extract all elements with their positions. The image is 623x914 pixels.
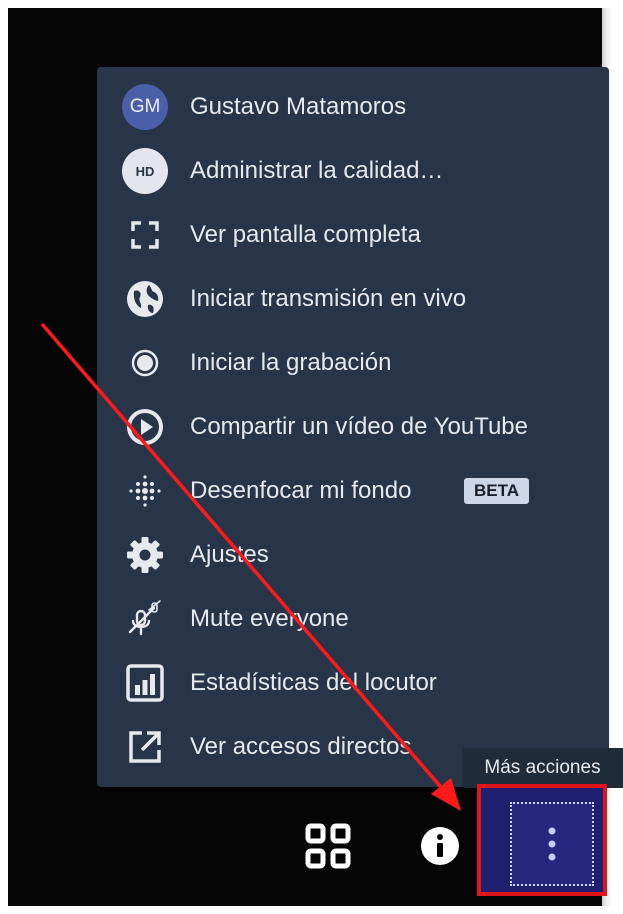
hd-quality-icon: HD — [121, 147, 169, 195]
more-actions-button[interactable] — [510, 802, 594, 886]
more-actions-menu: GM Gustavo Matamoros HD Administrar la c… — [97, 67, 609, 787]
menu-item-label: Ver pantalla completa — [190, 221, 421, 248]
menu-item-label: Administrar la calidad… — [190, 157, 444, 184]
beta-badge: BETA — [464, 478, 530, 504]
menu-item-speaker-stats[interactable]: Estadísticas del locutor — [97, 651, 609, 715]
menu-item-mute-everyone[interactable]: Mute everyone — [97, 587, 609, 651]
menu-item-label: Compartir un vídeo de YouTube — [190, 413, 529, 440]
menu-item-start-recording[interactable]: Iniciar la grabación — [97, 331, 609, 395]
menu-item-manage-quality[interactable]: HD Administrar la calidad… — [97, 139, 609, 203]
record-icon — [121, 339, 169, 387]
vertical-dots-icon — [548, 827, 556, 861]
menu-item-label: Ajustes — [190, 541, 269, 568]
menu-item-blur-background[interactable]: Desenfocar mi fondo BETA — [97, 459, 609, 523]
info-icon — [421, 827, 459, 865]
menu-item-label: Ver accesos directos — [190, 733, 412, 760]
play-circle-icon — [121, 403, 169, 451]
menu-item-label: Iniciar transmisión en vivo — [190, 285, 467, 312]
external-link-icon — [121, 723, 169, 771]
avatar-icon: GM — [121, 83, 169, 131]
menu-item-fullscreen[interactable]: Ver pantalla completa — [97, 203, 609, 267]
gear-icon — [121, 531, 169, 579]
blur-dots-icon — [121, 467, 169, 515]
more-actions-tooltip: Más acciones — [462, 748, 623, 788]
tile-view-icon — [305, 823, 351, 869]
fullscreen-icon — [121, 211, 169, 259]
stats-chart-icon — [121, 659, 169, 707]
menu-item-label: Iniciar la grabación — [190, 349, 392, 376]
menu-item-label: Estadísticas del locutor — [190, 669, 437, 696]
mic-muted-icon — [121, 595, 169, 643]
info-button[interactable] — [412, 818, 468, 874]
menu-item-label: Gustavo Matamoros — [190, 93, 407, 120]
menu-item-settings[interactable]: Ajustes — [97, 523, 609, 587]
menu-item-share-youtube[interactable]: Compartir un vídeo de YouTube — [97, 395, 609, 459]
menu-item-label: Mute everyone — [190, 605, 349, 632]
globe-icon — [121, 275, 169, 323]
menu-item-profile[interactable]: GM Gustavo Matamoros — [97, 75, 609, 139]
menu-item-label: Desenfocar mi fondo — [190, 477, 412, 504]
tile-view-button[interactable] — [300, 818, 356, 874]
avatar: GM — [122, 84, 168, 130]
menu-item-live-stream[interactable]: Iniciar transmisión en vivo — [97, 267, 609, 331]
